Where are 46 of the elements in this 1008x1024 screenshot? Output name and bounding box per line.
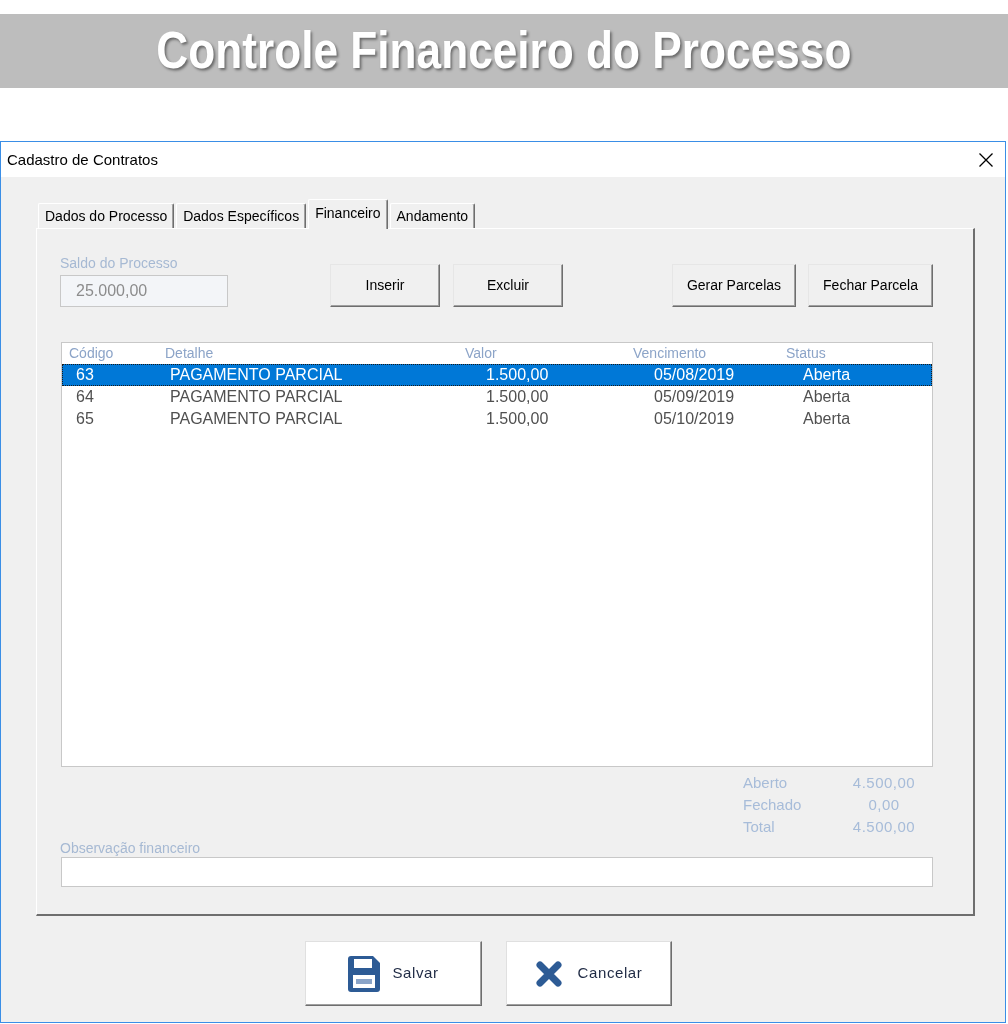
save-button[interactable]: Salvar — [305, 941, 482, 1006]
table-cell-text: PAGAMENTO PARCIAL — [169, 365, 344, 385]
table-cell-text: 05/10/2019 — [653, 409, 736, 429]
table-cell-text: Aberta — [802, 387, 852, 407]
field-label: Observação financeiro — [60, 840, 202, 857]
tab[interactable]: Dados do Processo — [38, 203, 175, 228]
column-header: Detalhe — [164, 344, 215, 363]
window-title: Cadastro de Contratos — [7, 150, 158, 169]
tab[interactable]: Financeiro — [308, 199, 388, 229]
banner-title: Controle Financeiro do Processo — [156, 22, 852, 80]
column-header: Valor — [464, 344, 498, 363]
total-value: 0,00 — [867, 795, 901, 815]
column-header: Código — [68, 344, 115, 363]
total-label: Total — [743, 817, 776, 837]
table-cell-text: 1.500,00 — [485, 409, 550, 429]
table-cell-text: 05/09/2019 — [653, 387, 736, 407]
field-label: Saldo do Processo — [60, 255, 179, 272]
cross-icon — [535, 960, 562, 987]
close-icon[interactable] — [979, 152, 993, 167]
tab[interactable]: Andamento — [389, 203, 476, 228]
table-cell-text: Aberta — [802, 365, 852, 385]
table-cell-text: 65 — [75, 409, 95, 429]
notes-field[interactable] — [61, 857, 933, 887]
table-cell-text: 63 — [75, 365, 95, 385]
total-value: 4.500,00 — [851, 817, 917, 837]
column-header: Status — [785, 344, 827, 363]
cancel-button[interactable]: Cancelar — [506, 941, 672, 1006]
table-cell-text: 1.500,00 — [485, 365, 550, 385]
action-button[interactable]: Fechar Parcela — [808, 264, 933, 307]
total-label: Aberto — [743, 773, 789, 793]
action-button[interactable]: Inserir — [330, 264, 440, 307]
table-cell-text: PAGAMENTO PARCIAL — [169, 409, 344, 429]
column-header: Vencimento — [632, 344, 708, 363]
table-cell-text: 64 — [75, 387, 95, 407]
list-row[interactable]: 63 PAGAMENTO PARCIAL 1.500,00 05/08/2019 Aberta — [62, 364, 932, 386]
total-value: 4.500,00 — [851, 773, 917, 793]
list-row[interactable]: 65 PAGAMENTO PARCIAL 1.500,00 05/10/2019 Aberta — [62, 408, 932, 430]
action-button[interactable]: Gerar Parcelas — [671, 264, 797, 307]
total-label: Fechado — [743, 795, 803, 815]
table-cell-text: PAGAMENTO PARCIAL — [169, 387, 344, 407]
tab[interactable]: Dados Específicos — [176, 203, 307, 228]
table-cell-text: 05/08/2019 — [653, 365, 736, 385]
table-cell-text: 1.500,00 — [485, 387, 550, 407]
action-button[interactable]: Excluir — [453, 264, 563, 307]
list-row[interactable]: 64 PAGAMENTO PARCIAL 1.500,00 05/09/2019 Aberta — [62, 386, 932, 408]
table-cell-text: Aberta — [802, 409, 852, 429]
